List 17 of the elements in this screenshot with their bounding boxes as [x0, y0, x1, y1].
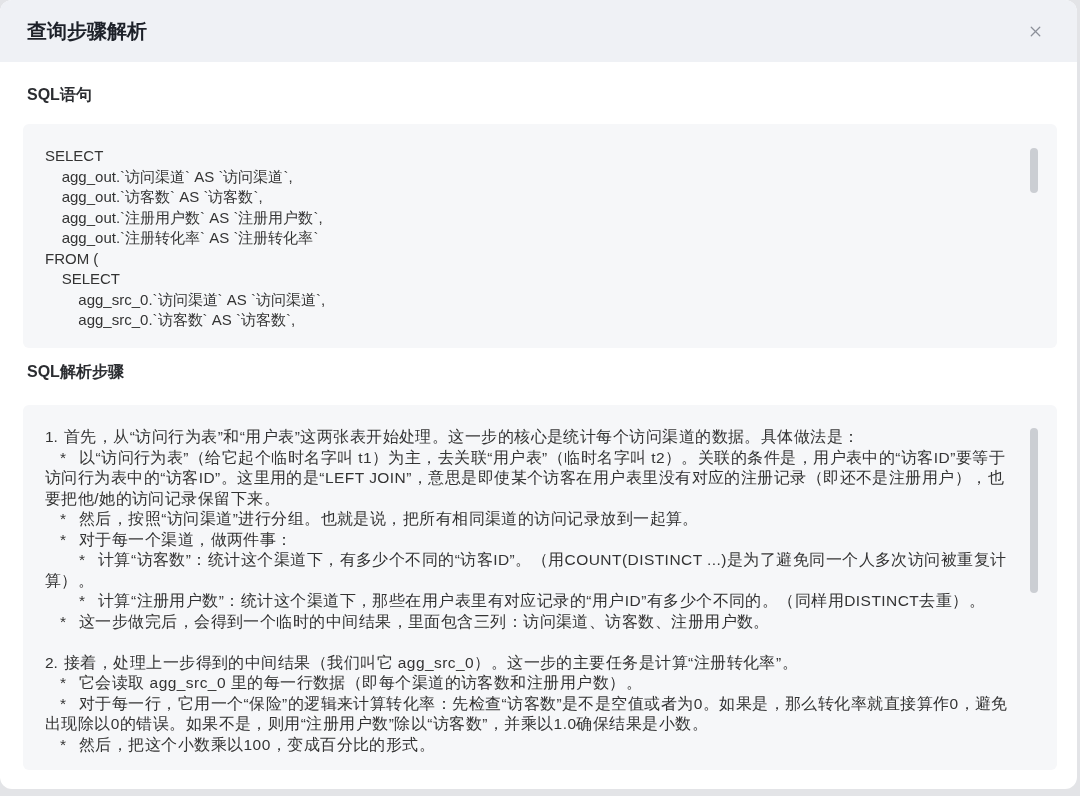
list-item: * 然后，把这个小数乘以100，变成百分比的形式。	[59, 734, 437, 755]
list-item: * 计算“注册用户数”：统计这个渠道下，那些在用户表里有对应记录的“用户ID”有多少个不同的。（同样用DISTINCT去重）。	[78, 591, 987, 611]
dialog-title: 查询步骤解析	[27, 19, 147, 44]
list-item: * 对于每一个渠道，做两件事：	[59, 529, 294, 550]
list-item: * 对于每一行，它用一个“保险”的逻辑来计算转化率：先检查“访客数”是不是空值或者为0。如果是，那么转化率就直接算作0，避免出现除以0的错误。如果不是，则用“注册用户数”除以“访客数”，并乘以1.0确保结果是小数。	[45, 693, 1009, 734]
scrollbar-thumb[interactable]	[1030, 148, 1038, 193]
list-item: 2. 接着，处理上一步得到的中间结果（我们叫它 agg_src_0）。这一步的主要任务是计算“注册转化率”。	[45, 652, 799, 673]
list-item: * 这一步做完后，会得到一个临时的中间结果，里面包含三列：访问渠道、访客数、注册用户数。	[59, 611, 771, 632]
list-item: * 它会读取 agg_src_0 里的每一行数据（即每个渠道的访客数和注册用户数）。	[59, 673, 643, 693]
scrollbar-thumb[interactable]	[1030, 428, 1038, 593]
list-item: 1. 首先，从“访问行为表”和“用户表”这两张表开始处理。这一步的核心是统计每个访问渠道的数据。具体做法是：	[45, 427, 861, 447]
sql-code: SELECT agg_out.`访问渠道` AS `访问渠道`, agg_out.`访客数` AS `访客数`, agg_out.`注册用户数` AS `注册用户数`, agg_out.`注册转化率` AS `注册转化率` FROM ( SELECT agg_src_0.`访问渠道` AS `访问渠道`, agg_src_0.`访客数` AS `访客数`,	[45, 146, 326, 330]
list-item: * 计算“访客数”：统计这个渠道下，有多少个不同的“访客ID”。（用COUNT(DISTINCT ...)是为了避免同一个人多次访问被重复计算）。	[45, 550, 1008, 591]
section-heading: SQL语句	[26, 85, 92, 105]
section-heading: SQL解析步骤	[26, 362, 124, 382]
list-item: * 然后，按照“访问渠道”进行分组。也就是说，把所有相同渠道的访问记录放到一起算。	[59, 509, 700, 529]
list-item: * 以“访问行为表”（给它起个临时名字叫 t1）为主，去关联“用户表”（临时名字叫 t2）。关联的条件是，用户表中的“访客ID”要等于访问行为表中的“访客ID”。这里用的是“LEFT JOIN”，意思是即使某个访客在用户表里没有对应的注册记录（即还不是注册用户），也要把他/她的访问记录保留下来。	[45, 447, 1007, 509]
